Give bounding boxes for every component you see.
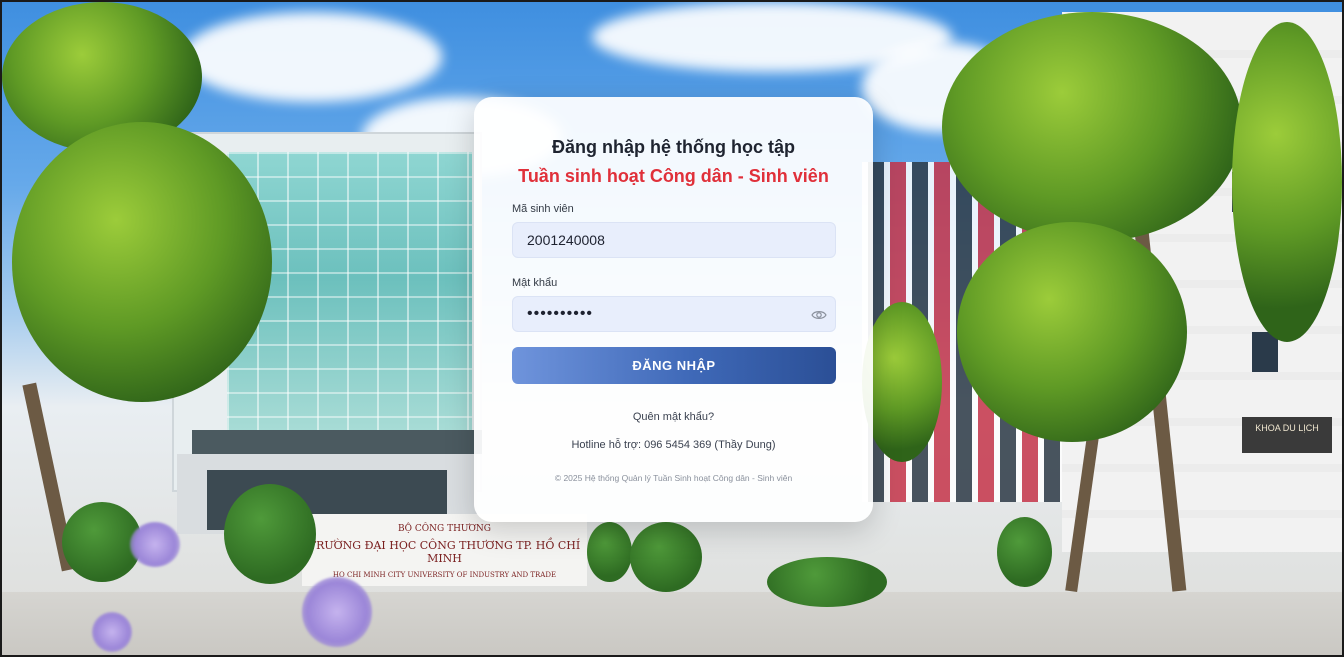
bush <box>630 522 702 592</box>
login-page: BỘ CÔNG THƯƠNG TRƯỜNG ĐẠI HỌC CÔNG THƯƠN… <box>0 0 1344 657</box>
forgot-password-link[interactable]: Quên mật khẩu? <box>474 411 873 423</box>
login-button[interactable]: ĐĂNG NHẬP <box>512 347 836 384</box>
bush <box>224 484 316 584</box>
copyright-text: © 2025 Hệ thống Quản lý Tuần Sinh hoạt C… <box>554 473 793 483</box>
bush <box>587 522 632 582</box>
cloud <box>182 12 442 102</box>
login-subtitle: Tuần sinh hoạt Công dân - Sinh viên <box>518 166 829 186</box>
sign-line-2: TRƯỜNG ĐẠI HỌC CÔNG THƯƠNG TP. HỒ CHÍ MI… <box>308 539 581 565</box>
tree-foliage <box>957 222 1187 442</box>
entrance-canopy <box>192 430 482 454</box>
university-sign: BỘ CÔNG THƯƠNG TRƯỜNG ĐẠI HỌC CÔNG THƯƠN… <box>302 514 587 586</box>
password-input[interactable]: •••••••••• <box>512 296 836 332</box>
student-id-input[interactable]: 2001240008 <box>512 222 836 258</box>
student-id-label: Mã sinh viên <box>512 203 574 215</box>
bush <box>997 517 1052 587</box>
ground <box>2 592 1342 655</box>
eye-icon[interactable] <box>811 307 827 323</box>
faculty-sign: KHOA DU LỊCH <box>1242 417 1332 453</box>
flower <box>130 522 180 567</box>
login-title: Đăng nhập hệ thống học tập <box>552 137 795 157</box>
flower <box>92 612 132 652</box>
flower <box>302 577 372 647</box>
sign-line-1: BỘ CÔNG THƯƠNG <box>398 524 491 534</box>
tree-foliage <box>1232 22 1342 342</box>
hotline-text: Hotline hỗ trợ: 096 5454 369 (Thầy Dung) <box>571 439 776 451</box>
password-label: Mật khẩu <box>512 277 558 289</box>
tree-foliage <box>862 302 942 462</box>
bush <box>767 557 887 607</box>
login-card: Đăng nhập hệ thống học tập Tuần sinh hoạ… <box>474 97 873 522</box>
tree-foliage <box>942 12 1242 242</box>
tree-foliage <box>12 122 272 402</box>
